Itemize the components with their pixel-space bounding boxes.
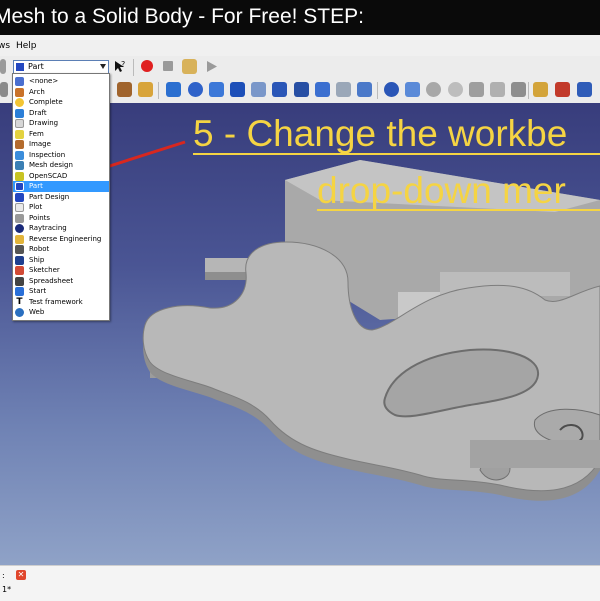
spreadsheet-workbench-icon xyxy=(15,276,24,286)
toolbar-icon[interactable] xyxy=(336,82,351,97)
inspection-workbench-icon xyxy=(15,150,24,160)
workbench-option-robot[interactable]: Robot xyxy=(13,244,109,255)
workbench-option-ship[interactable]: Ship xyxy=(13,255,109,266)
openscad-workbench-icon xyxy=(15,171,24,181)
toolbar-icon[interactable] xyxy=(405,82,420,97)
document-tab-bar: : 1* ✕ xyxy=(0,565,600,601)
workbench-option-web[interactable]: Web xyxy=(13,307,109,318)
toolbar-icon[interactable] xyxy=(533,82,548,97)
workbench-option-reverse-engineering[interactable]: Reverse Engineering xyxy=(13,234,109,245)
workbench-option-part-design[interactable]: Part Design xyxy=(13,192,109,203)
workbench-option-plot[interactable]: Plot xyxy=(13,202,109,213)
toolbar-icon[interactable] xyxy=(357,82,372,97)
workbench-option-mesh-design[interactable]: Mesh design xyxy=(13,160,109,171)
tutorial-title: Mesh to a Solid Body - For Free! STEP: xyxy=(0,5,364,28)
toolbar-separator xyxy=(133,59,134,76)
toolbar-icon[interactable] xyxy=(138,82,153,97)
toolbar-icon[interactable] xyxy=(251,82,266,97)
close-icon[interactable]: ✕ xyxy=(16,570,26,580)
part-workbench-icon xyxy=(16,63,24,71)
start-workbench-icon xyxy=(15,287,24,296)
instruction-caption-line2: drop-down mer xyxy=(317,170,566,211)
toolbar-icon[interactable] xyxy=(384,82,399,97)
workbench-option-complete[interactable]: Complete xyxy=(13,97,109,108)
workbench-option-image[interactable]: Image xyxy=(13,139,109,150)
mesh-design-workbench-icon xyxy=(15,161,24,170)
toolbar-icon[interactable] xyxy=(315,82,330,97)
toolbar-icon[interactable] xyxy=(469,82,484,97)
complete-workbench-icon xyxy=(15,98,24,107)
toolbar-icon[interactable] xyxy=(511,82,526,97)
image-workbench-icon xyxy=(15,140,24,149)
menu-item-help[interactable]: Help xyxy=(16,41,37,51)
workbench-option-raytracing[interactable]: Raytracing xyxy=(13,223,109,234)
raytracing-workbench-icon xyxy=(15,224,24,233)
toolbar-icon[interactable] xyxy=(230,82,245,97)
toolbar-icon[interactable] xyxy=(426,82,441,97)
workbench-option-points[interactable]: Points xyxy=(13,213,109,224)
fem-workbench-icon xyxy=(15,129,24,139)
workbench-option-none[interactable]: <none> xyxy=(13,76,109,87)
plot-workbench-icon xyxy=(15,203,24,212)
toolbar-icon[interactable] xyxy=(272,82,287,97)
workbench-option-fem[interactable]: Fem xyxy=(13,129,109,140)
workbench-selector-value: Part xyxy=(28,62,44,71)
instruction-caption-line1: 5 - Change the workbe xyxy=(193,113,568,154)
sketcher-workbench-icon xyxy=(15,266,24,275)
workbench-option-spreadsheet[interactable]: Spreadsheet xyxy=(13,276,109,287)
test-framework-workbench-icon: T xyxy=(16,296,23,307)
stop-macro-icon[interactable] xyxy=(163,61,173,71)
run-macro-icon[interactable] xyxy=(204,59,219,74)
arch-workbench-icon xyxy=(15,87,24,97)
menu-bar: ws Help xyxy=(0,35,600,57)
draft-workbench-icon xyxy=(15,108,24,118)
workbench-option-draft[interactable]: Draft xyxy=(13,108,109,119)
reverse-engineering-workbench-icon xyxy=(15,234,24,244)
tutorial-title-bar: Mesh to a Solid Body - For Free! STEP: xyxy=(0,0,600,35)
edit-macro-icon[interactable] xyxy=(182,59,197,74)
svg-text:?: ? xyxy=(121,60,125,69)
ship-workbench-icon xyxy=(15,255,24,265)
toolbar-icon[interactable] xyxy=(294,82,309,97)
workbench-selector[interactable]: Part xyxy=(13,60,109,74)
workbench-option-sketcher[interactable]: Sketcher xyxy=(13,265,109,276)
workbench-option-part[interactable]: Part xyxy=(13,181,109,192)
toolbar-icon[interactable] xyxy=(209,82,224,97)
workbench-option-openscad[interactable]: OpenSCAD xyxy=(13,171,109,182)
robot-workbench-icon xyxy=(15,245,24,254)
toolbar-icon[interactable] xyxy=(188,82,203,97)
toolbar-icon[interactable] xyxy=(490,82,505,97)
chevron-down-icon[interactable] xyxy=(100,64,106,69)
toolbar-icon[interactable] xyxy=(0,82,8,97)
toolbar-separator xyxy=(158,82,159,99)
toolbar-icon[interactable] xyxy=(577,82,592,97)
toolbar-icon[interactable] xyxy=(555,82,570,97)
toolbar-separator xyxy=(377,82,378,99)
points-workbench-icon xyxy=(15,213,24,223)
workbench-option-drawing[interactable]: Drawing xyxy=(13,118,109,129)
toolbar-icon[interactable] xyxy=(0,59,6,74)
web-workbench-icon xyxy=(15,308,24,317)
menu-item-windows[interactable]: ws xyxy=(0,41,10,51)
drawing-workbench-icon xyxy=(15,119,24,128)
part-design-workbench-icon xyxy=(15,192,24,202)
toolbar-icon[interactable] xyxy=(117,82,132,97)
part-workbench-icon xyxy=(15,182,24,191)
document-tab-label: : 1* xyxy=(2,571,12,594)
workbench-option-start[interactable]: Start xyxy=(13,286,109,297)
none-workbench-icon xyxy=(15,77,24,86)
record-macro-icon[interactable] xyxy=(141,60,153,72)
whats-this-icon[interactable]: ? xyxy=(112,59,127,74)
toolbar-icon[interactable] xyxy=(448,82,463,97)
workbench-option-test-framework[interactable]: T Test framework xyxy=(13,297,109,308)
workbench-option-arch[interactable]: Arch xyxy=(13,87,109,98)
toolbar-icon[interactable] xyxy=(166,82,181,97)
toolbar-separator xyxy=(528,82,529,99)
workbench-dropdown-list[interactable]: <none> Arch Complete Draft Drawing Fem I… xyxy=(12,73,110,321)
workbench-option-inspection[interactable]: Inspection xyxy=(13,150,109,161)
